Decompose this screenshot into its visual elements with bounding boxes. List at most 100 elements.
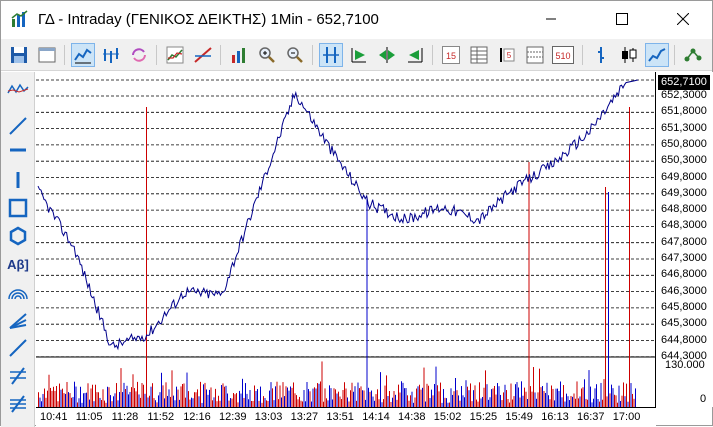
volume-bar	[467, 386, 468, 407]
fibonacci-button[interactable]	[6, 364, 30, 388]
maximize-button[interactable]	[599, 1, 645, 37]
volume-bar	[135, 391, 137, 407]
volume-bar	[272, 388, 273, 407]
grid-lines-button[interactable]	[523, 43, 547, 67]
price-series-line	[37, 79, 639, 351]
table-button[interactable]	[467, 43, 491, 67]
indicator-button[interactable]	[163, 43, 187, 67]
volume-bar	[558, 391, 560, 407]
rectangle-button[interactable]	[6, 196, 30, 220]
volume-bar	[294, 393, 296, 407]
volume-bar	[335, 389, 336, 407]
volume-bar	[95, 384, 96, 407]
volume-bar	[345, 388, 347, 407]
tick-button[interactable]: 15	[439, 43, 463, 67]
volume-bar	[161, 372, 162, 407]
crosshair-button[interactable]	[319, 43, 343, 67]
volume-bar	[422, 387, 423, 407]
volume-bar	[243, 397, 245, 407]
volume-bar	[500, 394, 501, 407]
text-button[interactable]: Αβ]	[6, 252, 30, 276]
close-button[interactable]	[660, 1, 706, 37]
circle-icon	[9, 226, 27, 246]
ranges-button[interactable]: 5	[495, 43, 519, 67]
save-button[interactable]	[7, 43, 31, 67]
minimize-button[interactable]	[528, 1, 574, 37]
chart-lines-button[interactable]	[71, 43, 95, 67]
volume-bar	[629, 107, 630, 407]
volume-bar	[236, 393, 237, 407]
volume-bar	[296, 395, 297, 407]
volume-bar	[506, 390, 507, 407]
volume-bar	[530, 386, 531, 407]
network-button[interactable]	[681, 43, 705, 67]
time-tick-label: 15:25	[469, 411, 498, 423]
volume-bar	[359, 388, 360, 407]
volume-bar	[504, 384, 506, 407]
volume-bar	[432, 395, 434, 407]
volume-bar	[153, 398, 155, 407]
price-tick-label: 651,3000	[661, 121, 707, 134]
volume-bar	[434, 383, 435, 407]
volume-bar	[401, 381, 402, 407]
play-end-button[interactable]	[403, 43, 427, 67]
volume-bar	[270, 382, 272, 407]
diagonal-line-button[interactable]	[6, 114, 30, 138]
volume-bar	[159, 392, 161, 407]
chart-canvas[interactable]	[36, 72, 656, 407]
volume-bar	[225, 385, 227, 407]
volume-bar	[314, 387, 315, 407]
vertical-line-button[interactable]	[6, 168, 30, 192]
refresh-button[interactable]	[127, 43, 151, 67]
volume-bar	[263, 396, 264, 407]
grid-button[interactable]: 510	[551, 43, 575, 67]
zoom-out-button[interactable]	[283, 43, 307, 67]
table-icon	[470, 46, 488, 64]
volume-bar	[423, 367, 425, 407]
horizontal-line-button[interactable]	[6, 138, 30, 162]
volume-bar	[416, 388, 417, 407]
circle-button[interactable]	[6, 224, 30, 248]
volume-bar	[266, 400, 267, 407]
play-start-button[interactable]	[347, 43, 371, 67]
volume-bar	[548, 395, 549, 407]
price-tick-label: 647,8000	[661, 235, 707, 248]
volume-bar	[501, 400, 503, 407]
channel-button[interactable]	[6, 392, 30, 416]
trendline-icon	[194, 47, 212, 63]
volume-bar	[360, 386, 362, 407]
diagonal-line-icon	[9, 117, 27, 135]
line-button[interactable]	[6, 336, 30, 360]
price-tick-label: 645,8000	[661, 300, 707, 313]
volume-bar	[140, 397, 141, 407]
volume-bar	[555, 388, 557, 407]
arc-button[interactable]	[6, 280, 30, 304]
volume-bar	[285, 386, 287, 407]
volume-bar	[419, 384, 420, 407]
volume-bar	[603, 379, 605, 407]
price-chart[interactable]	[36, 72, 656, 407]
chart-bars-button[interactable]	[99, 43, 123, 67]
volume-bar	[278, 399, 279, 407]
window-button[interactable]	[35, 43, 59, 67]
volume-bar	[486, 384, 488, 407]
volume-bar	[362, 390, 363, 407]
marker-button[interactable]	[589, 43, 613, 67]
volume-bar	[600, 382, 602, 407]
volume-bar	[417, 386, 419, 407]
time-tick-label: 12:39	[219, 411, 247, 423]
line-study-button[interactable]	[6, 78, 30, 102]
line-chart-button[interactable]	[645, 43, 669, 67]
candles-button[interactable]	[617, 43, 641, 67]
trendline-button[interactable]	[191, 43, 215, 67]
volume-bar	[597, 399, 599, 407]
volume-button[interactable]	[227, 43, 251, 67]
volume-bar	[62, 388, 63, 407]
volume-bar	[386, 375, 387, 407]
zoom-in-button[interactable]	[255, 43, 279, 67]
play-both-button[interactable]	[375, 43, 399, 67]
volume-bar	[69, 393, 71, 407]
volume-bar	[110, 395, 111, 407]
volume-bar	[275, 386, 276, 407]
fan-button[interactable]	[6, 308, 30, 332]
